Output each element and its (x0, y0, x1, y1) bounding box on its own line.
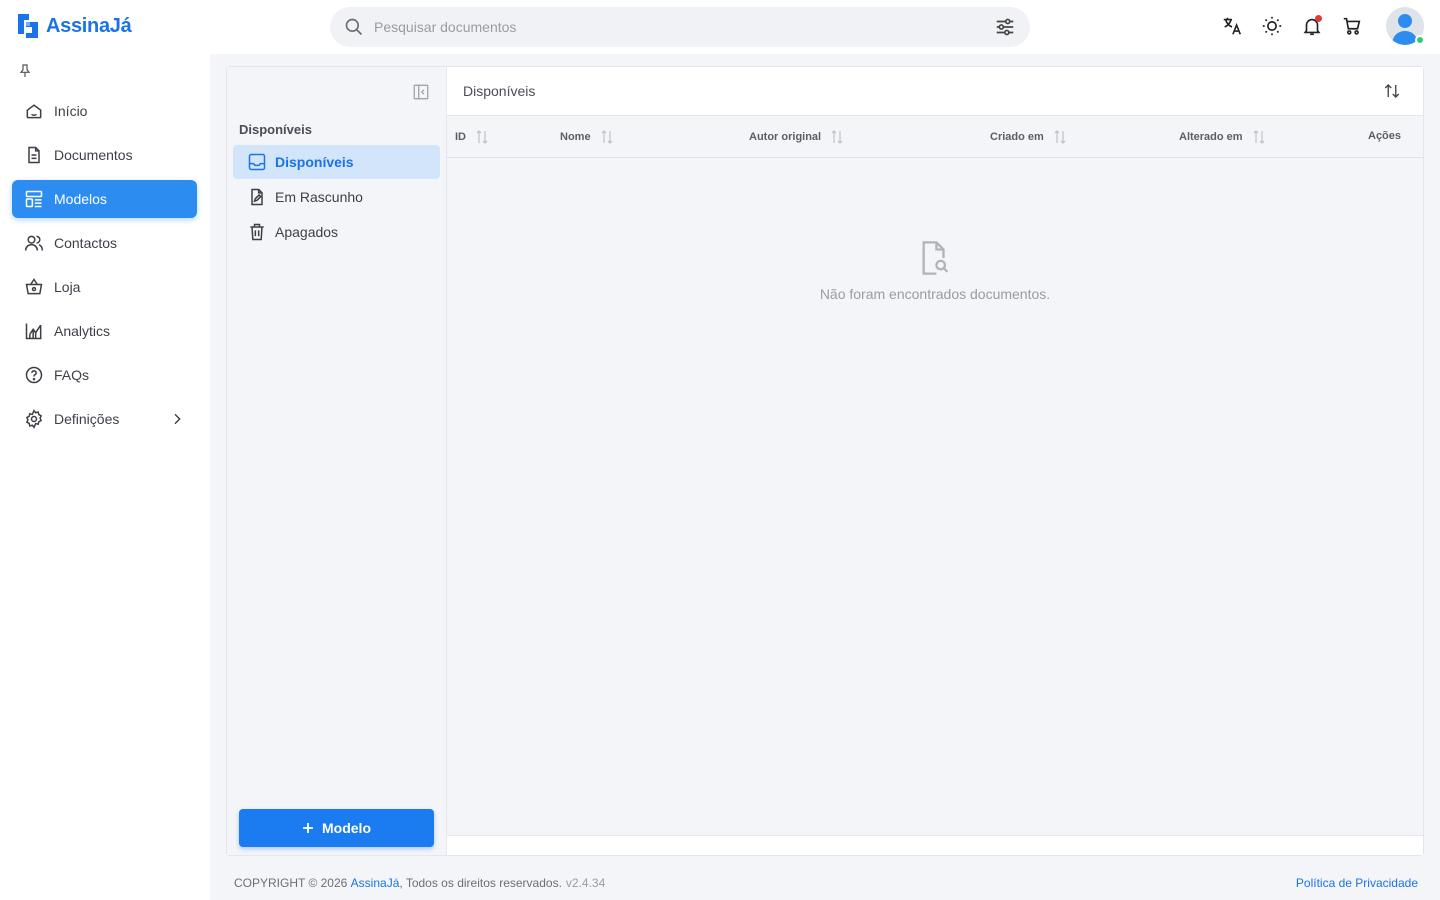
basket-icon (25, 278, 43, 295)
empty-state: Não foram encontrados documentos. (447, 239, 1423, 302)
column-label: Alterado em (1179, 131, 1243, 143)
trash-icon (250, 223, 264, 241)
sort-arrows-icon (1253, 130, 1265, 144)
chart-icon (25, 323, 42, 340)
list-header: Disponíveis (447, 67, 1423, 116)
sidebar-item-label: Modelos (54, 191, 107, 207)
sidebar-item-label: Analytics (54, 323, 111, 339)
templates-icon (25, 190, 43, 208)
online-status-dot (1415, 35, 1425, 45)
contacts-icon (24, 235, 44, 251)
app-logo[interactable]: AssinaJá (16, 12, 132, 40)
folder-item-disponiveis[interactable]: Disponíveis (233, 145, 440, 179)
footer-brand-link[interactable]: AssinaJá (351, 876, 400, 890)
app-name: AssinaJá (46, 14, 132, 37)
document-search-icon (922, 241, 949, 275)
collapse-sidebar-icon[interactable] (412, 83, 430, 104)
chevron-right-icon (174, 413, 181, 425)
sidebar-menu: Início Documentos Modelos Contactos Loja… (12, 92, 197, 444)
top-bar: AssinaJá (0, 0, 1440, 54)
sidebar-item-definicoes[interactable]: Definições (12, 400, 197, 438)
sidebar-item-label: Loja (54, 279, 81, 295)
folder-section-title: Disponíveis (239, 122, 312, 137)
notification-dot (1315, 15, 1322, 22)
sidebar-item-analytics[interactable]: Analytics (12, 312, 197, 350)
column-header-criado-em[interactable]: Criado em (990, 130, 1066, 144)
search-bar (330, 7, 1030, 47)
templates-list-area: Disponíveis ID Nome Autor original Criad… (447, 67, 1423, 855)
filter-settings-icon[interactable] (994, 16, 1016, 38)
sidebar-item-label: Documentos (54, 147, 133, 163)
folder-item-label: Em Rascunho (275, 189, 363, 205)
sidebar-item-label: Definições (54, 411, 120, 427)
draft-icon (251, 188, 263, 206)
table-header-row: ID Nome Autor original Criado em Alterad… (447, 116, 1423, 158)
sidebar-item-faqs[interactable]: FAQs (12, 356, 197, 394)
add-template-button[interactable]: Modelo (239, 809, 434, 847)
rights-text: , Todos os direitos reservados. (399, 876, 562, 890)
column-header-id[interactable]: ID (455, 130, 488, 144)
folder-item-apagados[interactable]: Apagados (233, 215, 440, 249)
folder-item-label: Apagados (275, 224, 339, 240)
theme-sun-icon[interactable] (1260, 14, 1284, 38)
inbox-icon (248, 153, 266, 171)
sort-arrows-icon (831, 130, 843, 144)
pin-icon[interactable] (17, 62, 33, 83)
column-label: Ações (1368, 130, 1402, 142)
sidebar-item-inicio[interactable]: Início (12, 92, 197, 130)
list-footer (447, 835, 1423, 855)
privacy-policy-link[interactable]: Política de Privacidade (1296, 876, 1418, 890)
folder-item-em-rascunho[interactable]: Em Rascunho (233, 180, 440, 214)
folder-item-label: Disponíveis (275, 154, 354, 170)
sort-arrows-icon (1054, 130, 1066, 144)
column-label: Autor original (749, 131, 822, 143)
column-label: ID (455, 131, 466, 143)
document-icon (28, 146, 40, 164)
page-footer: COPYRIGHT © 2026 AssinaJá, Todos os dire… (234, 876, 1418, 890)
version-label: v2.4.34 (565, 876, 606, 890)
column-header-nome[interactable]: Nome (560, 130, 613, 144)
copyright-text: COPYRIGHT © 2026 (234, 876, 348, 890)
sidebar-item-modelos[interactable]: Modelos (12, 180, 197, 218)
column-header-alterado-em[interactable]: Alterado em (1179, 130, 1265, 144)
sidebar-item-label: Início (54, 103, 88, 119)
sidebar-item-documentos[interactable]: Documentos (12, 136, 197, 174)
folder-list: Disponíveis Em Rascunho Apagados (233, 145, 440, 250)
left-sidebar: Início Documentos Modelos Contactos Loja… (0, 54, 210, 900)
sidebar-item-label: FAQs (54, 367, 90, 383)
sort-arrows-icon (601, 130, 613, 144)
empty-state-message: Não foram encontrados documentos. (819, 286, 1051, 302)
user-menu[interactable] (1380, 7, 1425, 45)
add-template-label: Modelo (322, 820, 371, 836)
sidebar-item-label: Contactos (54, 235, 118, 251)
templates-panel: Disponíveis Disponíveis Em Rascunho Apag… (226, 66, 1424, 856)
sort-arrows-icon (476, 130, 488, 144)
column-label: Nome (560, 131, 591, 143)
bell-icon[interactable] (1300, 14, 1324, 38)
gear-icon (25, 409, 43, 429)
column-header-acoes: Ações (1368, 130, 1401, 142)
column-label: Criado em (990, 131, 1044, 143)
search-input[interactable] (374, 19, 994, 35)
logo-icon (18, 14, 38, 38)
help-icon (25, 366, 43, 384)
search-icon (345, 18, 363, 36)
plus-icon (303, 823, 313, 833)
sort-icon[interactable] (1383, 82, 1401, 103)
home-icon (26, 104, 42, 119)
translate-icon[interactable] (1220, 14, 1244, 38)
sidebar-item-contactos[interactable]: Contactos (12, 224, 197, 262)
folder-sidebar: Disponíveis Disponíveis Em Rascunho Apag… (227, 67, 447, 855)
list-title: Disponíveis (463, 83, 536, 99)
top-actions (1220, 7, 1425, 45)
column-header-autor-original[interactable]: Autor original (749, 130, 843, 144)
sidebar-item-loja[interactable]: Loja (12, 268, 197, 306)
cart-icon[interactable] (1340, 14, 1364, 38)
